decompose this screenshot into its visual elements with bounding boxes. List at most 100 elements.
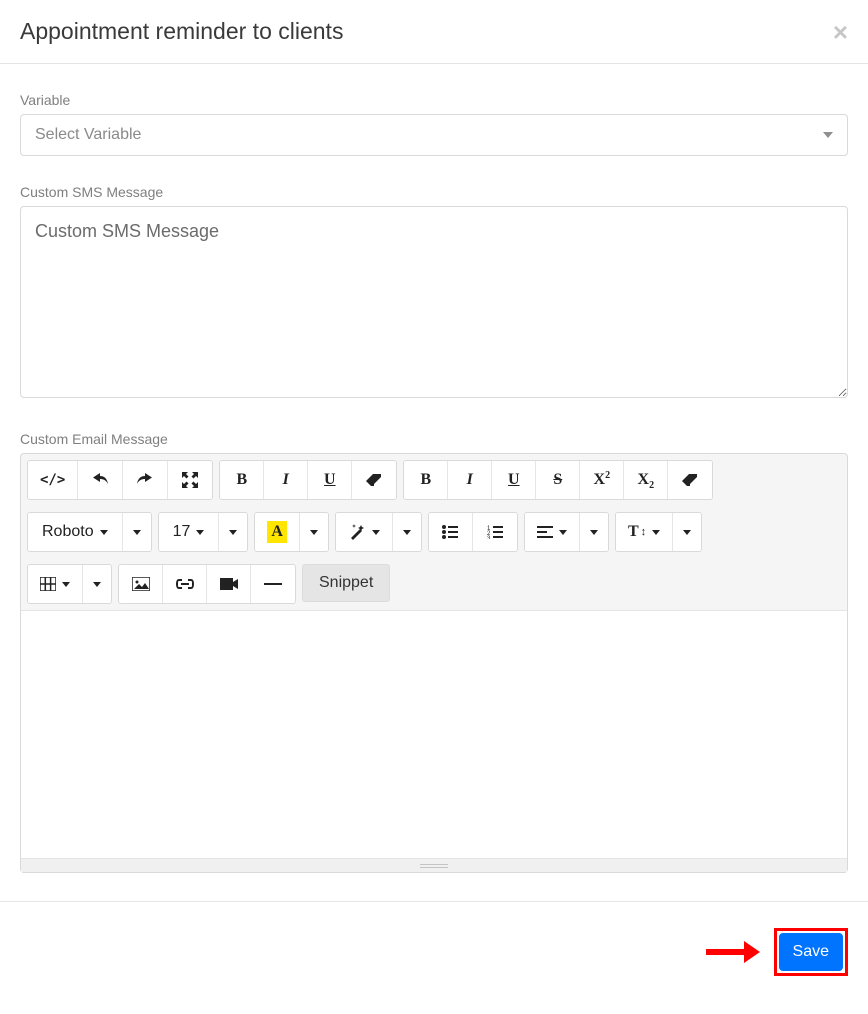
ordered-list-button[interactable]: 123 xyxy=(473,513,517,551)
chevron-down-icon xyxy=(403,530,411,535)
redo-button[interactable] xyxy=(123,461,168,499)
editor-resize-handle[interactable] xyxy=(21,858,847,872)
font-size-button[interactable]: 17 xyxy=(159,513,220,551)
italic-button[interactable]: I xyxy=(264,461,308,499)
snippet-button[interactable]: Snippet xyxy=(302,564,390,602)
subscript-icon: X2 xyxy=(638,471,655,489)
toolbar-group-format-2: B I U S X2 X2 xyxy=(403,460,713,500)
superscript-icon: X2 xyxy=(594,471,611,489)
insert-group xyxy=(118,564,296,604)
clear-format-button-2[interactable] xyxy=(668,461,712,499)
sms-section: Custom SMS Message xyxy=(20,184,848,403)
magic-wand-icon xyxy=(348,523,366,541)
bold-button[interactable]: B xyxy=(220,461,264,499)
email-section: Custom Email Message </> xyxy=(20,431,848,873)
chevron-down-icon xyxy=(310,530,318,535)
align-icon xyxy=(537,525,553,539)
underline-icon-2: U xyxy=(508,471,520,489)
chevron-down-icon xyxy=(590,530,598,535)
font-color-icon: A xyxy=(267,521,287,543)
editor-toolbar-row-3: Snippet xyxy=(21,558,847,610)
superscript-button[interactable]: X2 xyxy=(580,461,624,499)
font-color-split[interactable] xyxy=(300,513,328,551)
lineheight-group: T↕ xyxy=(615,512,702,552)
code-icon: </> xyxy=(40,472,65,488)
underline-icon: U xyxy=(324,471,336,489)
paragraph-align-button[interactable] xyxy=(525,513,580,551)
email-label: Custom Email Message xyxy=(20,431,848,447)
font-family-split[interactable] xyxy=(123,513,151,551)
insert-hr-button[interactable] xyxy=(251,565,295,603)
undo-icon xyxy=(90,473,110,487)
table-icon xyxy=(40,577,56,591)
font-size-dropdown[interactable]: 17 xyxy=(158,512,249,552)
save-button[interactable]: Save xyxy=(779,933,843,971)
chevron-down-icon xyxy=(229,530,237,535)
chevron-down-icon xyxy=(133,530,141,535)
close-button[interactable]: × xyxy=(833,19,848,45)
styles-button[interactable] xyxy=(336,513,393,551)
chevron-down-icon xyxy=(93,582,101,587)
italic-icon-2: I xyxy=(467,471,473,489)
insert-video-button[interactable] xyxy=(207,565,251,603)
chevron-down-icon xyxy=(652,530,660,535)
svg-text:3: 3 xyxy=(487,536,491,539)
font-size-split[interactable] xyxy=(219,513,247,551)
chevron-down-icon xyxy=(100,530,108,535)
arrow-head-icon xyxy=(744,941,760,963)
chevron-down-icon xyxy=(62,582,70,587)
styles-split[interactable] xyxy=(393,513,421,551)
save-highlight-box: Save xyxy=(774,928,848,976)
undo-button[interactable] xyxy=(78,461,123,499)
italic-button-2[interactable]: I xyxy=(448,461,492,499)
list-group: 123 xyxy=(428,512,518,552)
grip-icon xyxy=(420,864,448,868)
chevron-down-icon xyxy=(196,530,204,535)
font-color-button[interactable]: A xyxy=(255,513,300,551)
underline-button[interactable]: U xyxy=(308,461,352,499)
font-family-dropdown[interactable]: Roboto xyxy=(27,512,152,552)
callout-arrow xyxy=(706,941,760,963)
font-size-value: 17 xyxy=(173,523,191,541)
variable-select[interactable]: Select Variable xyxy=(20,114,848,156)
bold-button-2[interactable]: B xyxy=(404,461,448,499)
insert-table-button[interactable] xyxy=(28,565,83,603)
line-height-icon: T↕ xyxy=(628,523,646,541)
modal-footer: Save xyxy=(0,901,868,1002)
eraser-icon xyxy=(365,473,383,487)
horizontal-rule-icon xyxy=(264,582,282,586)
variable-select-placeholder: Select Variable xyxy=(35,126,141,144)
chevron-down-icon xyxy=(823,132,833,138)
paragraph-align-split[interactable] xyxy=(580,513,608,551)
line-height-split[interactable] xyxy=(673,513,701,551)
redo-icon xyxy=(135,473,155,487)
strikethrough-button[interactable]: S xyxy=(536,461,580,499)
font-color-group: A xyxy=(254,512,329,552)
editor-toolbar-row-2: Roboto 17 A xyxy=(21,506,847,558)
insert-table-split[interactable] xyxy=(83,565,111,603)
insert-link-button[interactable] xyxy=(163,565,207,603)
image-icon xyxy=(132,577,150,591)
line-height-button[interactable]: T↕ xyxy=(616,513,673,551)
subscript-button[interactable]: X2 xyxy=(624,461,668,499)
toolbar-group-misc: </> xyxy=(27,460,213,500)
font-family-button[interactable]: Roboto xyxy=(28,513,123,551)
chevron-down-icon xyxy=(559,530,567,535)
underline-button-2[interactable]: U xyxy=(492,461,536,499)
sms-label: Custom SMS Message xyxy=(20,184,848,200)
modal-container: Appointment reminder to clients × Variab… xyxy=(0,0,868,1002)
font-family-value: Roboto xyxy=(42,523,94,541)
code-view-button[interactable]: </> xyxy=(28,461,78,499)
fullscreen-button[interactable] xyxy=(168,461,212,499)
expand-icon xyxy=(182,472,198,488)
magic-group xyxy=(335,512,422,552)
chevron-down-icon xyxy=(683,530,691,535)
email-content-area[interactable] xyxy=(21,610,847,858)
link-icon xyxy=(176,579,194,589)
clear-format-button-1[interactable] xyxy=(352,461,396,499)
bullet-list-icon xyxy=(442,525,458,539)
chevron-down-icon xyxy=(372,530,380,535)
sms-textarea[interactable] xyxy=(20,206,848,398)
unordered-list-button[interactable] xyxy=(429,513,473,551)
insert-image-button[interactable] xyxy=(119,565,163,603)
